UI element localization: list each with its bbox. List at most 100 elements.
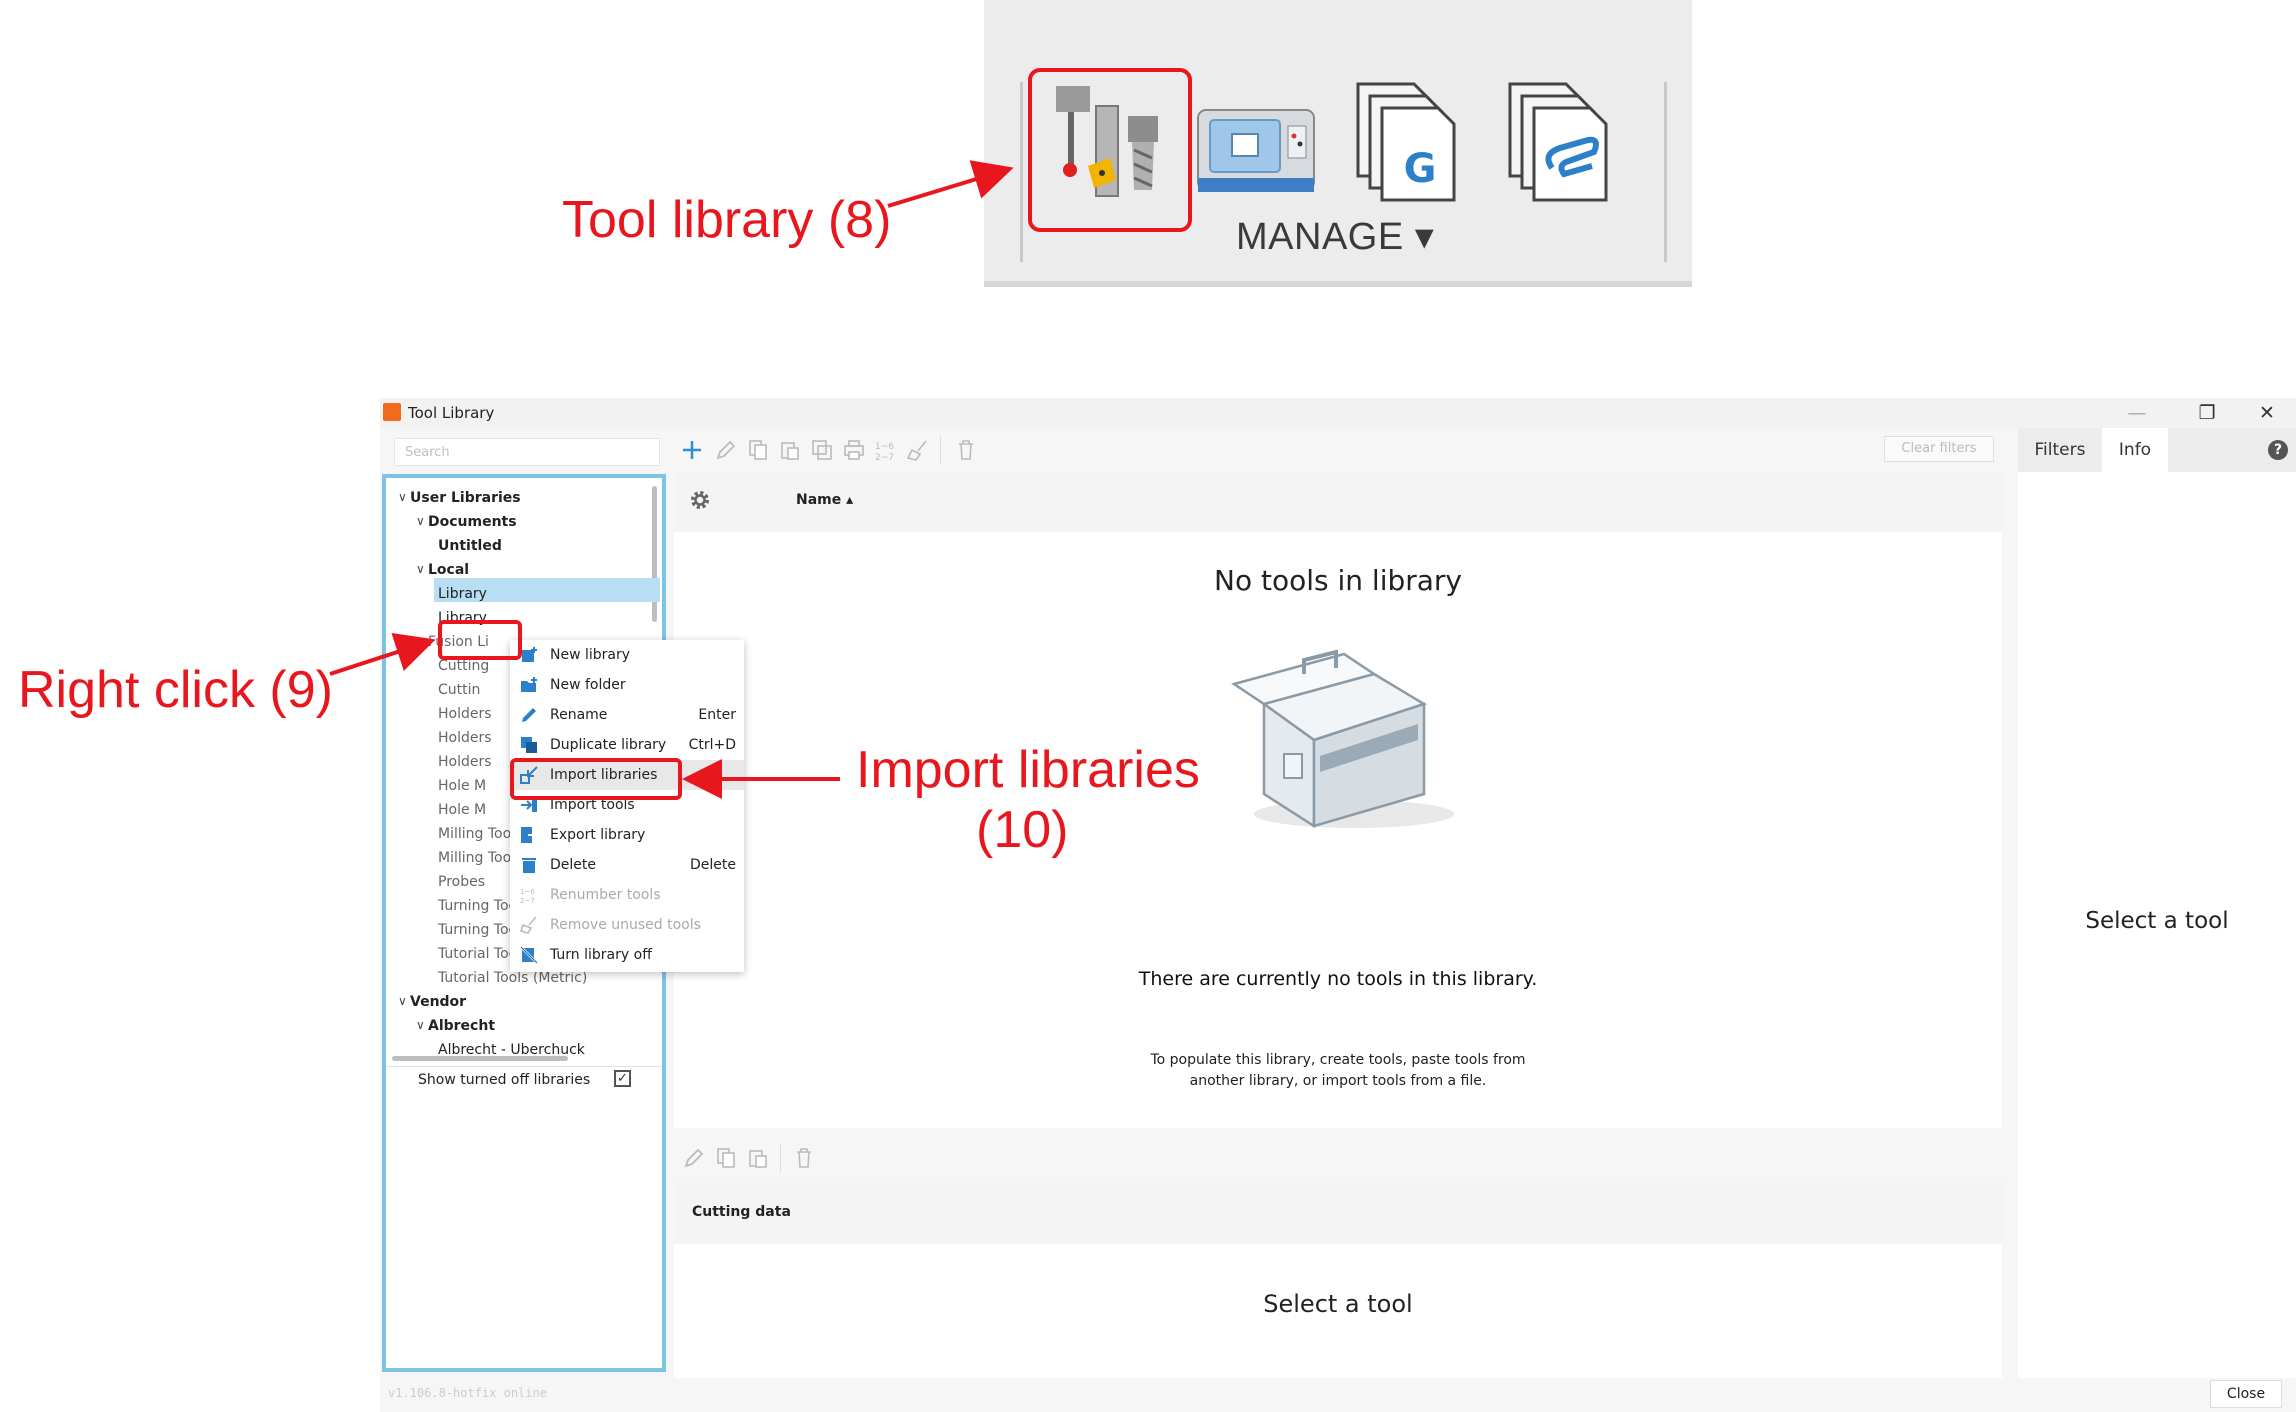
version-label: v1.106.8-hotfix online [388,1386,547,1400]
machine-library-icon[interactable] [1186,70,1326,210]
menu-item-rename[interactable]: Rename Enter [510,700,744,730]
ribbon-divider [1664,82,1667,262]
pencil-icon[interactable] [682,1146,706,1170]
ribbon-divider [1020,82,1023,262]
annotation-right-click: Right click (9) [18,661,333,719]
info-panel: Filters Info ? Select a tool [2018,428,2296,1378]
chevron-down-icon[interactable]: ∨ [398,490,407,504]
close-button[interactable]: Close [2210,1380,2282,1408]
tree-fusion-item[interactable]: Tutorial Tools (Metric) [438,970,587,986]
tree-user-libraries[interactable]: User Libraries [410,490,521,506]
manage-dropdown[interactable]: MANAGE ▾ [1236,214,1434,259]
tree-fusion-item[interactable]: Hole M [438,802,486,818]
menu-item-new-library[interactable]: New library [510,640,744,670]
chevron-down-icon[interactable]: ∨ [416,562,425,576]
copy-icon[interactable] [746,438,770,462]
tree-fusion-item[interactable]: Probes [438,874,485,890]
trash-icon[interactable] [954,438,978,462]
show-turned-off-checkbox[interactable]: ✓ [614,1070,631,1087]
empty-library-title: No tools in library [1214,564,1462,597]
tree-footer-divider [386,1066,662,1067]
cutting-data-label: Cutting data [692,1204,791,1220]
menu-item-label: Delete [550,857,596,873]
column-header-name[interactable]: Name ▴ [796,492,853,508]
paste-icon[interactable] [778,438,802,462]
tree-local[interactable]: Local [428,562,469,578]
duplicate-icon[interactable] [810,438,834,462]
print-icon[interactable] [842,438,866,462]
tree-documents[interactable]: Documents [428,514,517,530]
tab-info[interactable]: Info [2102,428,2168,472]
tree-fusion-item[interactable]: Cutting [438,658,489,674]
library-off-icon [520,946,538,964]
menu-item-duplicate-library[interactable]: Duplicate library Ctrl+D [510,730,744,760]
menu-item-delete[interactable]: Delete Delete [510,850,744,880]
tool-list-header: Name ▴ [674,472,2002,532]
menu-item-export-library[interactable]: Export library [510,820,744,850]
toolbox-icon [1231,649,1454,829]
chevron-down-icon[interactable]: ∨ [416,514,425,528]
tree-horizontal-scrollbar[interactable] [392,1056,568,1061]
broom-icon[interactable] [906,438,930,462]
show-turned-off-label: Show turned off libraries [418,1072,591,1088]
minimize-button[interactable]: — [2110,398,2164,428]
tree-library-selected[interactable]: Library [438,586,487,602]
title-bar: Tool Library — ❐ ✕ [380,398,2296,428]
clear-filters-button[interactable]: Clear filters [1884,436,1994,462]
tree-fusion-item[interactable]: Holders [438,754,492,770]
paste-icon[interactable] [746,1146,770,1170]
gear-icon[interactable] [688,488,712,512]
search-input[interactable]: Search [394,438,660,466]
template-library-icon[interactable] [1490,70,1630,210]
tree-fusion-item[interactable]: Cuttin [438,682,480,698]
renumber-icon[interactable]: 1~62~7 [874,438,898,462]
populate-hint-line: To populate this library, create tools, … [1150,1052,1526,1068]
tree-vendor[interactable]: Vendor [410,994,466,1010]
svg-text:G: G [1404,146,1437,192]
svg-text:2~7: 2~7 [520,897,535,904]
menu-item-shortcut: Ctrl+D [688,737,736,753]
tool-toolbar: 1~6 2~7 [674,428,2004,468]
pencil-icon [522,708,536,722]
chevron-down-icon[interactable]: ∨ [398,994,407,1008]
close-window-button[interactable]: ✕ [2240,398,2294,428]
highlight-library-node [438,620,522,660]
menu-item-turn-library-off[interactable]: Turn library off [510,940,744,970]
empty-library-description: There are currently no tools in this lib… [1138,968,1538,990]
svg-text:1~6: 1~6 [875,442,894,452]
export-icon [521,827,538,843]
annotation-import-libraries-number: (10) [976,801,1069,859]
tab-filters[interactable]: Filters [2018,428,2102,472]
menu-item-new-folder[interactable]: New folder [510,670,744,700]
copy-icon[interactable] [714,1146,738,1170]
duplicate-icon [521,737,537,753]
menu-item-renumber-tools[interactable]: 1~6 2~7 Renumber tools [510,880,744,910]
menu-item-remove-unused-tools[interactable]: Remove unused tools [510,910,744,940]
annotation-import-libraries: Import libraries [856,741,1200,799]
chevron-down-icon[interactable]: ∨ [416,634,425,648]
plus-icon[interactable] [680,438,704,462]
populate-hint: To populate this library, create tools, … [674,1050,2002,1092]
chevron-down-icon[interactable]: ∨ [416,1018,425,1032]
annotation-tool-library: Tool library (8) [562,191,892,249]
post-library-icon[interactable]: G [1338,70,1478,210]
menu-item-label: Remove unused tools [550,917,701,933]
toolbar-divider [940,436,941,464]
menu-item-label: Renumber tools [550,887,661,903]
trash-icon[interactable] [792,1146,816,1170]
tree-fusion-item[interactable]: Holders [438,706,492,722]
tree-fusion-item[interactable]: Holders [438,730,492,746]
tree-untitled[interactable]: Untitled [438,538,502,554]
menu-item-label: Turn library off [550,947,652,963]
tree-fusion-item[interactable]: Hole M [438,778,486,794]
pencil-icon[interactable] [714,438,738,462]
menu-item-label: New library [550,647,631,663]
restore-button[interactable]: ❐ [2180,398,2234,428]
ribbon-bottom-border [984,281,1692,287]
help-icon[interactable]: ? [2268,440,2288,460]
tree-albrecht[interactable]: Albrecht [428,1018,495,1034]
toolbar-divider [780,1144,781,1172]
cutting-data-header: Cutting data [674,1178,2002,1244]
cutting-data-panel: Cutting data Select a tool [674,1178,2002,1378]
fusion-app-icon [383,403,401,421]
